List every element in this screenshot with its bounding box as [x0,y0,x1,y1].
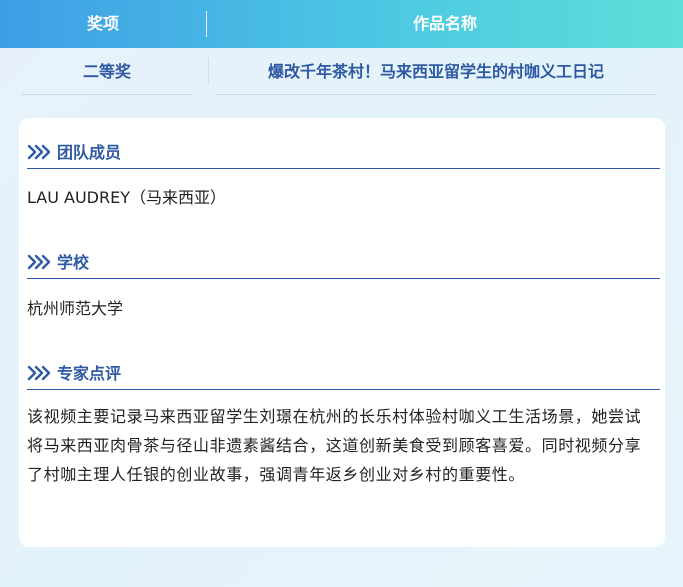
triple-chevron-icon [27,365,51,381]
expert-review-text: 该视频主要记录马来西亚留学生刘璟在杭州的长乐村体验村咖义工生活场景，她尝试将马来… [27,407,642,484]
table-row: 二等奖 爆改千年茶村！马来西亚留学生的村咖义工日记 [0,48,683,98]
section-school-heading: 学校 [27,248,660,279]
section-heading-label: 学校 [57,253,90,272]
work-title-cell: 爆改千年茶村！马来西亚留学生的村咖义工日记 [216,48,656,95]
section-review-heading: 专家点评 [27,359,660,390]
section-heading-label: 专家点评 [57,364,122,383]
section-team-heading: 团队成员 [27,138,660,169]
triple-chevron-icon [27,144,51,160]
detail-card: 团队成员 LAU AUDREY（马来西亚） 学校 杭州师范大学 专家点评 该视频… [19,118,665,547]
award-cell: 二等奖 [22,48,192,95]
school-text: 杭州师范大学 [27,299,124,318]
table-header: 奖项 作品名称 [0,0,683,48]
header-award: 奖项 [86,14,119,33]
row-divider [208,58,209,84]
section-heading-label: 团队成员 [57,143,122,162]
triple-chevron-icon [27,254,51,270]
header-title: 作品名称 [412,14,477,33]
team-members-text: LAU AUDREY（马来西亚） [27,188,227,207]
